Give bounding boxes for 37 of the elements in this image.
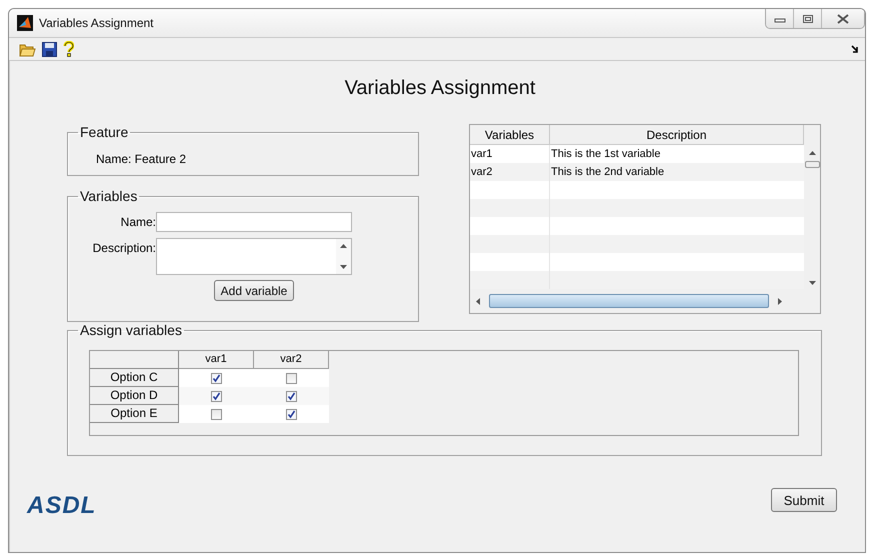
panel-title: Assign variables — [79, 322, 183, 338]
add-variable-button[interactable]: Add variable — [214, 280, 294, 301]
checkbox[interactable] — [286, 408, 297, 420]
scroll-down-arrow-icon[interactable] — [808, 281, 816, 285]
restore-icon — [802, 14, 814, 24]
checkbox[interactable] — [211, 372, 222, 384]
submit-button[interactable]: Submit — [771, 488, 837, 512]
name-input-field[interactable] — [156, 212, 352, 232]
dock-arrow-icon[interactable] — [851, 45, 859, 53]
folder-icon[interactable] — [19, 42, 36, 56]
scroll-right-arrow-icon[interactable] — [778, 298, 782, 304]
field-label: Name: — [120, 214, 156, 229]
checkbox[interactable] — [286, 390, 297, 402]
page-heading: Variables Assignment — [344, 77, 536, 100]
help-question-icon[interactable] — [63, 41, 74, 57]
close-icon — [837, 14, 849, 24]
panel-title: Feature — [79, 124, 130, 140]
scroll-left-arrow-icon[interactable] — [476, 298, 480, 304]
scrollbar-thumb[interactable] — [804, 161, 820, 168]
table-cell-text: This is the 1st variable — [550, 147, 662, 162]
scroll-up-arrow-icon[interactable] — [340, 244, 347, 248]
panel-title: Variables — [79, 188, 138, 204]
feature-name-text: Name: Feature 2 — [96, 152, 188, 166]
close-button[interactable] — [822, 9, 864, 28]
checkbox[interactable] — [211, 390, 222, 402]
checkbox[interactable] — [211, 408, 222, 420]
scroll-up-arrow-icon[interactable] — [808, 151, 816, 155]
asdl-logo: ASDL — [27, 492, 96, 520]
checkbox[interactable] — [286, 372, 297, 384]
table-cell-text: This is the 2nd variable — [550, 165, 666, 180]
app-logo-icon — [17, 15, 33, 31]
scrollbar-thumb[interactable] — [489, 294, 769, 308]
window-title: Variables Assignment — [39, 16, 154, 30]
scroll-down-arrow-icon[interactable] — [340, 265, 347, 269]
maximize-button[interactable] — [794, 9, 822, 28]
field-label: Description: — [92, 240, 156, 255]
minimize-button[interactable] — [766, 9, 794, 28]
